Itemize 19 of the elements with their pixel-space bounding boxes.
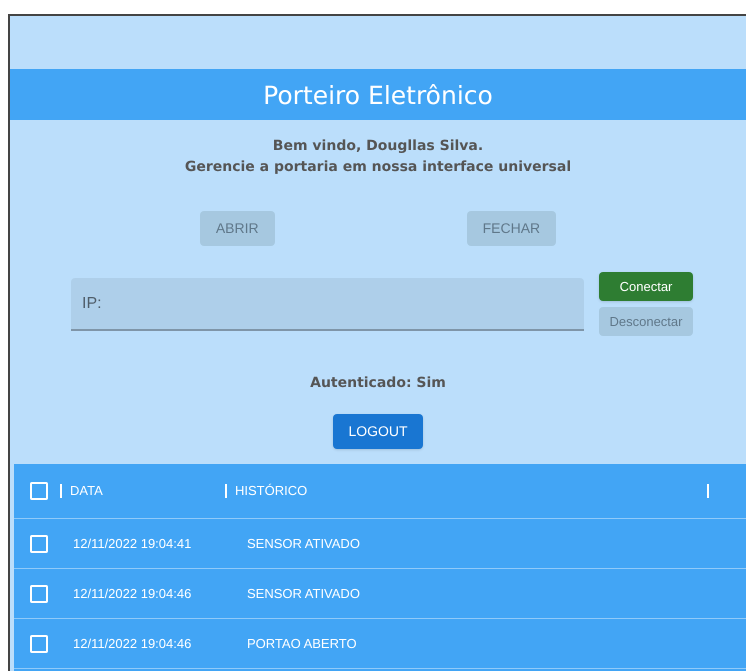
- table-cell-text: SENSOR ATIVADO: [247, 534, 360, 553]
- checkbox[interactable]: [30, 584, 48, 602]
- welcome-text: Gerencie a portaria em nossa interface universal: [184, 158, 572, 177]
- checkbox[interactable]: [30, 534, 48, 552]
- connection-button[interactable]: Conectar: [599, 272, 693, 301]
- checkbox[interactable]: [30, 634, 48, 652]
- ip-field[interactable]: IP:: [71, 278, 584, 331]
- table-cell-text: 12/11/2022 19:04:46: [73, 584, 192, 603]
- auth-status: Autenticado: Sim: [310, 374, 446, 393]
- column-header[interactable]: HISTÓRICO: [235, 481, 707, 501]
- logout-button[interactable]: LOGOUT: [333, 414, 423, 449]
- table-cell-text: SENSOR ATIVADO: [247, 584, 360, 603]
- column-header[interactable]: DATA: [70, 481, 225, 501]
- table-cell-text: PORTAO ABERTO: [247, 634, 357, 653]
- welcome-text: Bem vindo, Dougllas Silva.: [272, 137, 484, 156]
- app-title: Porteiro Eletrônico: [263, 80, 493, 112]
- table-cell-text: 12/11/2022 19:04:41: [73, 534, 192, 553]
- table-cell-text: 12/11/2022 19:04:46: [73, 634, 192, 653]
- checkbox[interactable]: [30, 482, 48, 500]
